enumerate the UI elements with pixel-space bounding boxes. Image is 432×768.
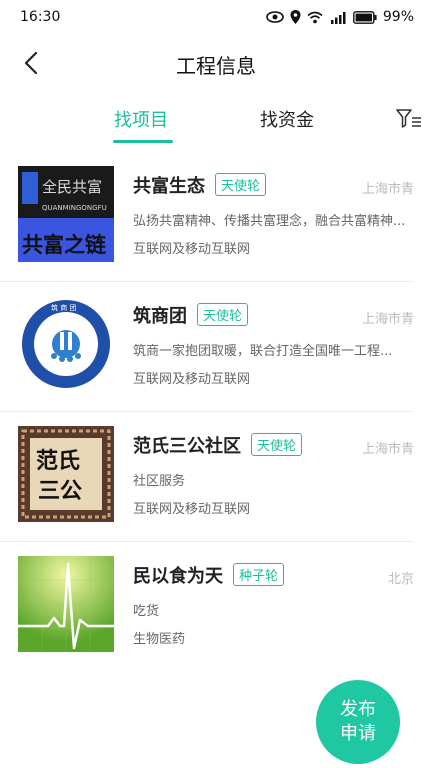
project-thumbnail: 全民共富 QUANMINGONGFU 共富之链 [18, 166, 114, 262]
svg-text:QUANMINGONGFU: QUANMINGONGFU [42, 204, 107, 212]
project-thumbnail: 范氏 三公 [18, 426, 114, 522]
svg-text:筑 商 团: 筑 商 团 [51, 303, 76, 312]
wifi-icon [307, 11, 323, 23]
project-thumbnail: 筑 商 团 [18, 296, 114, 392]
project-industry: 生物医药 [133, 632, 186, 647]
round-badge: 天使轮 [215, 173, 267, 196]
fab-label-line2: 申请 [340, 723, 376, 744]
battery-level: 99% [382, 9, 414, 25]
filter-button[interactable] [396, 108, 422, 130]
project-location: 上海市青 [361, 182, 414, 197]
status-bar: 16:30 99% [0, 0, 432, 34]
project-location: 上海市青 [361, 442, 414, 457]
project-location: 上海市青 [361, 312, 414, 327]
project-title: 筑商团 天使轮 [133, 302, 249, 328]
project-title: 民以食为天 种子轮 [133, 562, 285, 588]
battery-icon [352, 10, 377, 24]
signal-icon [330, 11, 346, 24]
svg-text:三公: 三公 [38, 479, 82, 504]
header: 工程信息 [0, 40, 432, 86]
project-title: 共富生态 天使轮 [133, 172, 267, 198]
round-badge: 种子轮 [233, 563, 285, 586]
status-time: 16:30 [20, 9, 61, 25]
tab-find-project[interactable]: 找项目 [114, 106, 168, 132]
project-description: 社区服务 [133, 474, 186, 489]
round-badge: 天使轮 [197, 303, 249, 326]
project-item[interactable]: 民以食为天 种子轮 北京 吃货 生物医药 [0, 542, 414, 672]
filter-icon [396, 109, 421, 128]
publish-apply-button[interactable]: 发布 申请 [316, 680, 400, 764]
project-item[interactable]: 筑 商 团 筑商团 天使轮 上海市青 筑商一家抱团取暖，联合打造全国唯一工程...… [0, 282, 414, 412]
active-tab-indicator [113, 140, 173, 143]
project-location: 北京 [387, 572, 414, 587]
status-icons: 99% [266, 9, 414, 25]
project-title: 范氏三公社区 天使轮 [133, 432, 303, 458]
project-thumbnail [18, 556, 114, 652]
project-industry: 互联网及移动互联网 [133, 502, 251, 517]
project-description: 筑商一家抱团取暖，联合打造全国唯一工程... [133, 344, 393, 359]
tab-find-funding[interactable]: 找资金 [260, 106, 314, 132]
eye-icon [266, 11, 284, 23]
fab-label-line1: 发布 [340, 699, 376, 720]
svg-text:共富之链: 共富之链 [22, 233, 107, 257]
svg-text:范氏: 范氏 [36, 449, 80, 474]
tab-bar: 找项目 找资金 [0, 100, 432, 146]
round-badge: 天使轮 [251, 433, 303, 456]
project-industry: 互联网及移动互联网 [133, 242, 251, 257]
page-title: 工程信息 [176, 54, 256, 78]
svg-text:全民共富: 全民共富 [42, 178, 102, 196]
project-description: 吃货 [133, 604, 160, 619]
project-item[interactable]: 范氏 三公 范氏三公社区 天使轮 上海市青 社区服务 互联网及移动互联网 [0, 412, 414, 542]
project-description: 弘扬共富精神、传播共富理念，融合共富精神... [133, 214, 406, 229]
project-item[interactable]: 全民共富 QUANMINGONGFU 共富之链 共富生态 天使轮 上海市青 弘扬共… [0, 152, 414, 282]
project-list: 全民共富 QUANMINGONGFU 共富之链 共富生态 天使轮 上海市青 弘扬共… [0, 152, 432, 672]
project-industry: 互联网及移动互联网 [133, 372, 251, 387]
location-icon [290, 10, 301, 24]
